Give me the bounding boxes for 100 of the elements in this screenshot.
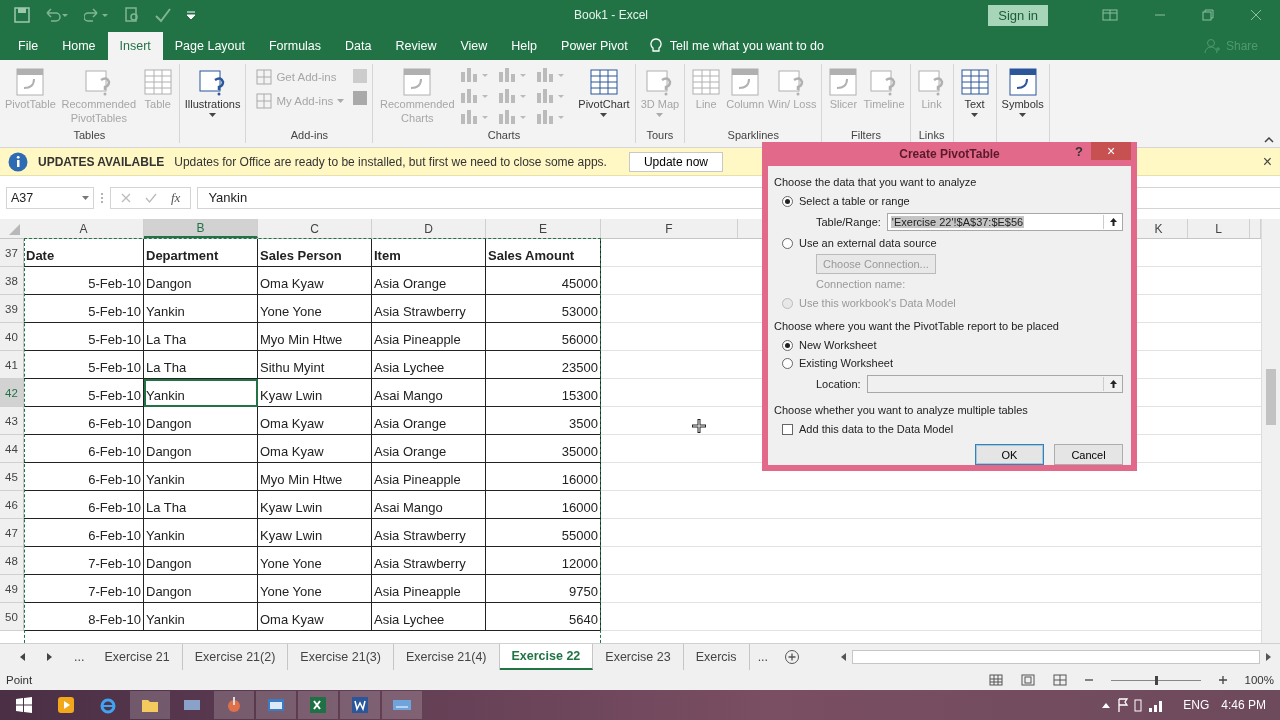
print-preview-icon[interactable] [124,7,140,23]
zoom-out-icon[interactable] [1084,676,1093,684]
normal-view-icon[interactable] [988,674,1003,686]
ribbon-button[interactable]: Text [957,64,992,129]
next-sheet-icon[interactable] [46,653,52,661]
row-header[interactable]: 47 [0,519,24,547]
ribbon-display-icon[interactable] [1102,9,1118,21]
row-header[interactable]: 38 [0,267,24,295]
redo-icon[interactable] [84,7,110,23]
radio-option[interactable]: Existing Worksheet [782,357,1123,369]
row-header[interactable]: 43 [0,407,24,435]
ribbon-button[interactable]: PivotChart [577,64,631,129]
collapse-icon[interactable] [1264,137,1274,143]
radio-option[interactable]: New Worksheet [782,339,1123,351]
column-header[interactable]: E [486,219,601,238]
row-header[interactable]: 44 [0,435,24,463]
table-cell: 55000 [486,519,601,547]
ribbon-button[interactable]: Symbols [1000,64,1045,129]
close-button[interactable]: × [1091,142,1131,160]
window-icon[interactable] [267,698,285,712]
column-header[interactable]: D [372,219,486,238]
ribbon-tab[interactable]: Data [333,32,384,60]
zoom-thumb[interactable] [1154,675,1158,685]
close-icon[interactable] [1250,9,1262,21]
ribbon-tab[interactable]: Help [499,32,550,60]
row-header[interactable]: 42 [0,379,24,407]
help-button[interactable]: ? [1075,144,1083,159]
new-sheet-icon[interactable] [784,649,801,665]
up-arrow-icon[interactable] [1108,379,1118,389]
column-header[interactable]: F [601,219,738,238]
ribbon-tab[interactable]: Formulas [256,32,334,60]
customize-icon[interactable] [186,10,196,20]
language-indicator[interactable]: ENG [1183,698,1210,712]
paint-icon[interactable] [225,696,243,714]
column-header[interactable]: B [144,219,258,238]
ribbon-tab[interactable]: Review [383,32,449,60]
radio-icon[interactable] [782,195,793,207]
row-header[interactable]: 45 [0,463,24,491]
ribbon-tab[interactable]: File [6,32,51,60]
clock[interactable]: 4:46 PM [1221,698,1266,712]
page-break-icon[interactable] [1052,674,1067,686]
ribbon-tab[interactable]: Page Layout [162,32,257,60]
cancel-button[interactable]: Cancel [1054,444,1123,465]
radio-icon[interactable] [782,237,793,249]
page-layout-icon[interactable] [1020,674,1035,686]
table-cell: 23500 [486,351,601,379]
column-header[interactable]: C [258,219,372,238]
vertical-scrollbar[interactable] [1261,219,1280,643]
radio-option[interactable]: Use an external data source [782,237,1123,249]
windows-start-icon[interactable] [16,697,32,713]
row-header[interactable]: 40 [0,323,24,351]
close-button[interactable]: × [1262,152,1272,171]
group-label: Add-ins [289,129,329,143]
spreadsheet-app-icon[interactable] [309,696,327,714]
spelling-icon[interactable] [154,7,172,23]
table-cell: Myo Min Htwe [258,463,372,491]
insert-function-button[interactable]: fx [171,189,181,206]
up-arrow-icon[interactable] [1108,217,1118,227]
table-cell: 35000 [486,435,601,463]
row-header[interactable]: 37 [0,239,24,267]
zoom-in-icon[interactable] [1218,676,1227,684]
radio-icon[interactable] [782,357,793,369]
scroll-right-icon[interactable] [1264,653,1272,661]
row-header[interactable]: 50 [0,603,24,631]
table-cell: Asia Pineapple [372,463,486,491]
location-field[interactable] [866,375,1123,393]
row-header[interactable]: 41 [0,351,24,379]
browser-icon[interactable] [99,696,117,714]
ribbon-tab[interactable]: Home [50,32,108,60]
more-sheets-button[interactable]: ... [749,644,777,670]
scroll-left-icon[interactable] [840,653,849,661]
previous-sheet-icon[interactable] [20,653,26,661]
radio-icon[interactable] [782,339,793,351]
name-box[interactable]: A37 [6,186,94,209]
update-now-button[interactable]: Update now [628,151,723,172]
range-field[interactable]: 'Exercise 22'!$A$37:$E$56 [886,213,1123,231]
save-icon[interactable] [14,7,30,23]
more-sheets-button[interactable]: ... [66,644,93,670]
sign-in-button[interactable]: Sign in [988,4,1048,26]
sheet-tab[interactable]: Exercise 22 [499,644,594,670]
radio-option[interactable]: Select a table or range [782,195,1123,207]
column-header[interactable]: L [1188,219,1250,238]
row-header[interactable]: 49 [0,575,24,603]
restore-icon[interactable] [1202,9,1214,21]
row-header[interactable]: 48 [0,547,24,575]
zoom-level[interactable]: 100% [1244,674,1274,686]
ribbon-button[interactable]: Illustrations [183,64,242,129]
ribbon-tab[interactable]: Insert [107,32,163,60]
row-header[interactable]: 39 [0,295,24,323]
document-app-icon[interactable] [351,696,369,714]
checkbox-option[interactable]: Add this data to the Data Model [782,423,1123,435]
ribbon-tab[interactable]: Power Pivot [549,32,640,60]
table-cell: 5-Feb-10 [24,351,144,379]
ribbon-tab[interactable]: View [448,32,500,60]
folder-icon[interactable] [141,697,159,713]
ok-button[interactable]: OK [975,444,1044,465]
undo-icon[interactable] [44,7,70,23]
media-player-icon[interactable] [57,696,75,714]
row-header[interactable]: 46 [0,491,24,519]
tell-me-field[interactable]: Tell me what you want to do [669,39,824,53]
